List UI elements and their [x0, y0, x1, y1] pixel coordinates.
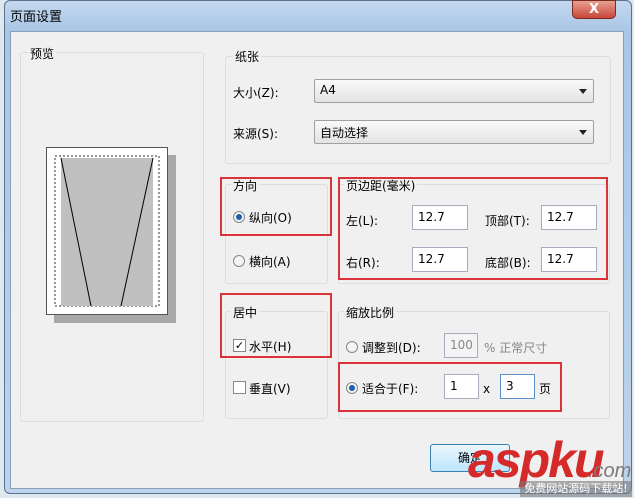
adjust-to-suffix: % 正常尺寸 — [484, 341, 548, 355]
paper-source-value: 自动选择 — [320, 126, 369, 140]
preview-label: 预览 — [28, 45, 57, 62]
vertical-checkbox[interactable] — [233, 381, 246, 394]
close-button[interactable]: X — [572, 0, 616, 19]
source-label: 来源(S): — [233, 127, 279, 141]
size-label: 大小(Z): — [233, 86, 279, 100]
highlight-center — [220, 293, 332, 358]
highlight-orientation — [220, 177, 332, 236]
landscape-radio[interactable] — [233, 255, 245, 267]
paper-size-select[interactable]: A4 — [314, 79, 594, 103]
adjust-to-radio[interactable] — [346, 341, 358, 353]
chevron-down-icon — [579, 130, 587, 135]
highlight-fit-to — [338, 362, 562, 412]
paper-group — [225, 56, 611, 164]
highlight-margins — [338, 177, 608, 280]
dialog-title: 页面设置 — [10, 10, 63, 25]
watermark-domain: .com — [588, 460, 632, 482]
page-preview — [46, 147, 168, 315]
landscape-label[interactable]: 横向(A) — [249, 253, 291, 270]
scale-label: 缩放比例 — [344, 304, 397, 321]
watermark-brand: aspku — [468, 432, 605, 488]
paper-source-select[interactable]: 自动选择 — [314, 120, 594, 144]
adjust-to-input[interactable]: 100 — [444, 333, 478, 358]
watermark-tagline: 免费网站源码下载站! — [520, 481, 632, 497]
page-preview-graphic — [54, 155, 160, 307]
adjust-to-label[interactable]: 调整到(D): — [362, 339, 421, 356]
vertical-label[interactable]: 垂直(V) — [249, 380, 291, 397]
chevron-down-icon — [579, 89, 587, 94]
paper-label: 纸张 — [233, 48, 262, 65]
paper-size-value: A4 — [320, 83, 336, 97]
